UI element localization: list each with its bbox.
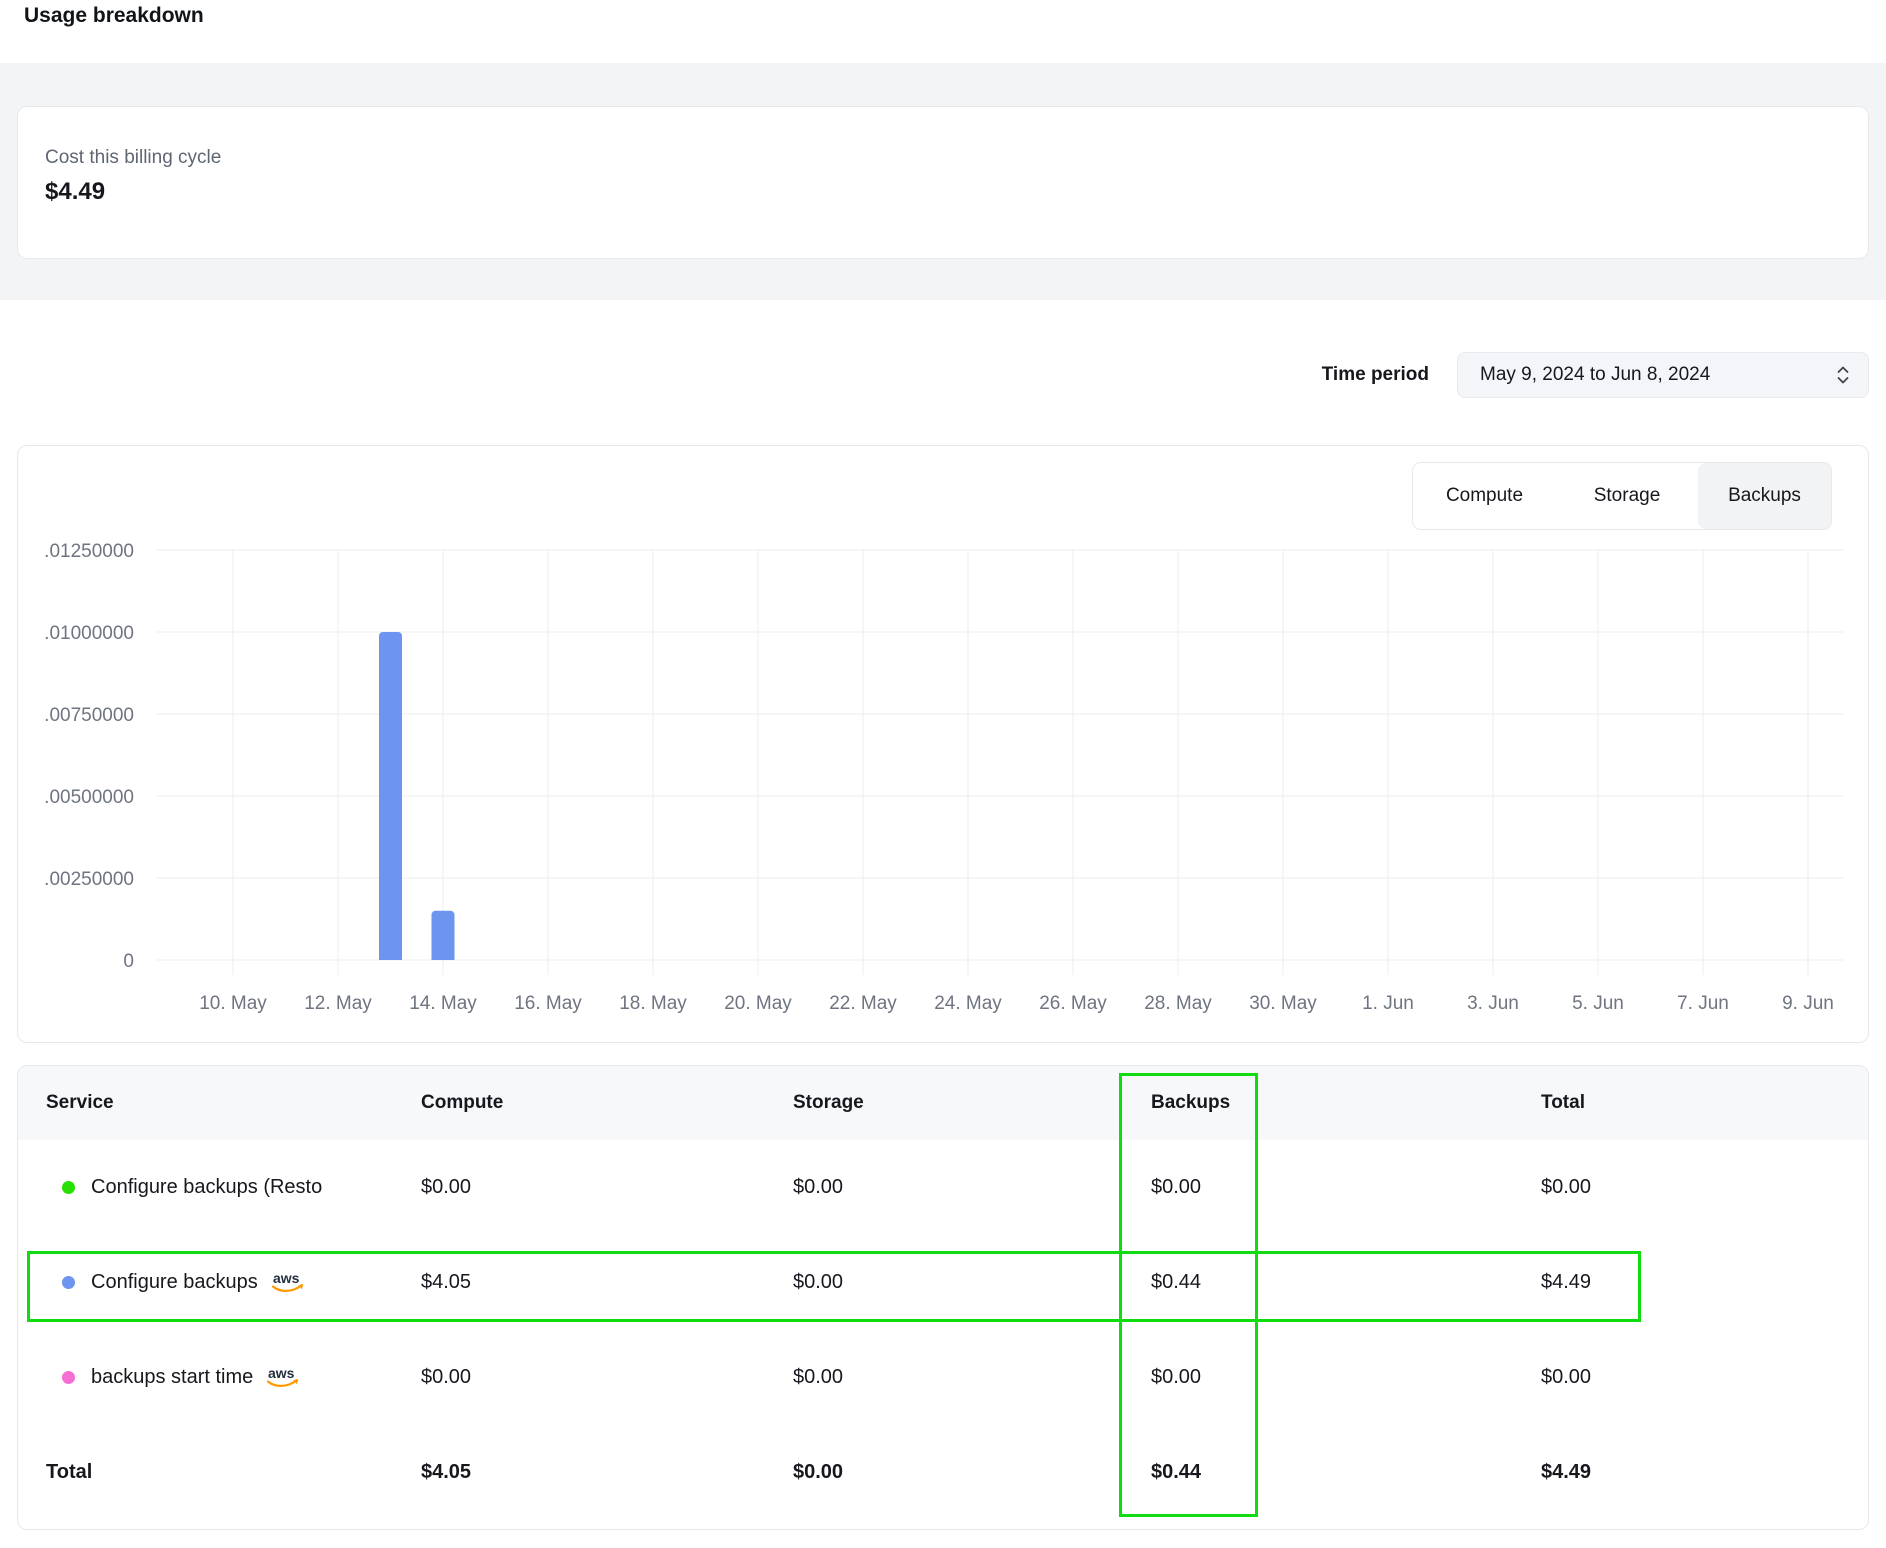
x-tick-label: 28. May [1144, 993, 1212, 1014]
x-tick-label: 22. May [829, 993, 897, 1014]
value-cell-backups: $0.00 [1151, 1366, 1541, 1389]
aws-logo-icon: aws [270, 1270, 306, 1296]
table-row: Configure backups (Resto$0.00$0.00$0.00$… [18, 1140, 1868, 1235]
x-tick-label: 16. May [514, 993, 582, 1014]
service-name: Configure backups (Resto [91, 1176, 322, 1199]
x-tick-label: 14. May [409, 993, 477, 1014]
value-cell-storage: $0.00 [793, 1271, 1151, 1294]
y-tick-label: .00250000 [44, 869, 134, 890]
svg-text:aws: aws [273, 1270, 300, 1286]
updown-chevron-icon [1834, 363, 1852, 387]
y-tick-label: .00750000 [44, 705, 134, 726]
usage-bar [379, 632, 402, 960]
time-period-label: Time period [1322, 364, 1429, 386]
value-cell-compute: $0.00 [421, 1366, 793, 1389]
aws-logo-icon: aws [265, 1365, 301, 1391]
value-cell-total: $0.00 [1541, 1366, 1868, 1389]
service-cell: Configure backups (Resto [46, 1176, 421, 1199]
table-header-row: ServiceComputeStorageBackupsTotal [18, 1066, 1868, 1140]
page-title: Usage breakdown [24, 4, 204, 28]
value-cell-storage: $0.00 [793, 1176, 1151, 1199]
column-header-total: Total [1541, 1092, 1868, 1114]
tab-compute[interactable]: Compute [1413, 463, 1556, 529]
x-tick-label: 20. May [724, 993, 792, 1014]
usage-chart-card: 10. May 12. May 14. May 16. May 18. May 20. M… [17, 445, 1869, 1043]
value-cell-backups: $0.00 [1151, 1176, 1541, 1199]
table-row: Configure backups aws $4.05$0.00$0.44$4.… [18, 1235, 1868, 1330]
service-name: Configure backups [91, 1271, 258, 1294]
service-name: backups start time [91, 1366, 253, 1389]
total-cell-backups: $0.44 [1151, 1461, 1541, 1484]
time-period-row: Time period May 9, 2024 to Jun 8, 2024 [1322, 352, 1869, 398]
x-tick-label: 7. Jun [1677, 993, 1729, 1014]
time-period-select[interactable]: May 9, 2024 to Jun 8, 2024 [1457, 352, 1869, 398]
y-tick-label: 0 [123, 951, 134, 972]
x-tick-label: 9. Jun [1782, 993, 1834, 1014]
table-body: Configure backups (Resto$0.00$0.00$0.00$… [18, 1140, 1868, 1520]
x-tick-label: 1. Jun [1362, 993, 1414, 1014]
x-tick-label: 5. Jun [1572, 993, 1624, 1014]
x-tick-label: 26. May [1039, 993, 1107, 1014]
table-row: backups start time aws $0.00$0.00$0.00$0… [18, 1330, 1868, 1425]
column-header-storage: Storage [793, 1092, 1151, 1114]
tab-storage[interactable]: Storage [1556, 463, 1698, 529]
y-tick-label: .00500000 [44, 787, 134, 808]
billing-summary-band: Cost this billing cycle $4.49 [0, 63, 1886, 300]
y-tick-label: .01250000 [44, 541, 134, 562]
column-header-compute: Compute [421, 1092, 793, 1114]
usage-bar-chart: 10. May 12. May 14. May 16. May 18. May 20. M… [18, 446, 1868, 1042]
series-color-dot [62, 1371, 75, 1384]
x-tick-label: 10. May [199, 993, 267, 1014]
column-header-service: Service [46, 1092, 421, 1114]
x-tick-label: 24. May [934, 993, 1002, 1014]
usage-table-card: ServiceComputeStorageBackupsTotal Config… [17, 1065, 1869, 1530]
x-tick-label: 3. Jun [1467, 993, 1519, 1014]
svg-text:aws: aws [268, 1365, 295, 1381]
column-header-backups: Backups [1151, 1092, 1541, 1114]
value-cell-total: $0.00 [1541, 1176, 1868, 1199]
table-total-row: Total$4.05$0.00$0.44$4.49 [18, 1425, 1868, 1520]
service-cell: Configure backups aws [46, 1270, 421, 1296]
billing-cycle-amount: $4.49 [45, 178, 1868, 206]
value-cell-storage: $0.00 [793, 1366, 1151, 1389]
tab-backups[interactable]: Backups [1698, 463, 1831, 529]
y-tick-label: .01000000 [44, 623, 134, 644]
value-cell-compute: $4.05 [421, 1271, 793, 1294]
x-tick-label: 12. May [304, 993, 372, 1014]
time-period-value: May 9, 2024 to Jun 8, 2024 [1480, 364, 1710, 386]
usage-bar [432, 911, 455, 960]
x-tick-label: 18. May [619, 993, 687, 1014]
chart-metric-tabs: ComputeStorageBackups [1412, 462, 1832, 530]
total-cell-storage: $0.00 [793, 1461, 1151, 1484]
total-label: Total [46, 1461, 421, 1484]
total-cell-compute: $4.05 [421, 1461, 793, 1484]
total-cell-total: $4.49 [1541, 1461, 1868, 1484]
billing-cycle-label: Cost this billing cycle [45, 147, 1868, 169]
series-color-dot [62, 1276, 75, 1289]
value-cell-compute: $0.00 [421, 1176, 793, 1199]
billing-summary-card: Cost this billing cycle $4.49 [17, 106, 1869, 259]
series-color-dot [62, 1181, 75, 1194]
value-cell-backups: $0.44 [1151, 1271, 1541, 1294]
value-cell-total: $4.49 [1541, 1271, 1868, 1294]
service-cell: backups start time aws [46, 1365, 421, 1391]
x-tick-label: 30. May [1249, 993, 1317, 1014]
